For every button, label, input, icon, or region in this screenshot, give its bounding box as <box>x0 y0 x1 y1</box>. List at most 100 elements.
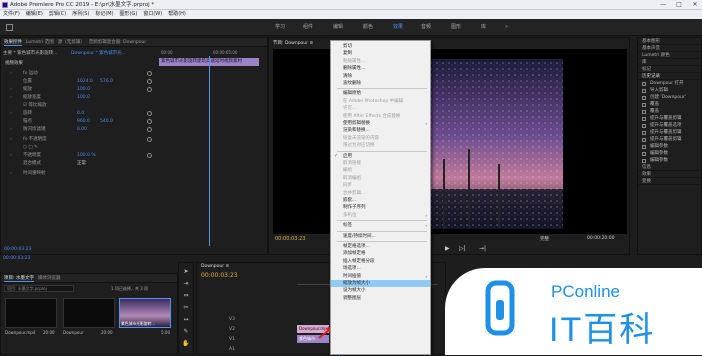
context-menu-item[interactable]: 添加帧定格 <box>331 250 430 257</box>
tab-source[interactable]: 源（无剪辑） <box>58 38 85 46</box>
menu-edit[interactable]: 编辑(E) <box>26 10 43 19</box>
context-menu-item[interactable]: 时间插值 › <box>331 273 430 280</box>
panel-info[interactable]: 信息 <box>638 164 701 171</box>
blend-mode-select[interactable]: 正常 <box>77 160 86 168</box>
context-menu-item[interactable]: 复制 <box>331 50 430 57</box>
tab-audio-mixer[interactable]: 音频剪辑混合器: Downpour <box>89 38 147 46</box>
tab-lumetri-scopes[interactable]: Lumetri 范围 <box>26 38 54 46</box>
opacity-value[interactable]: 100.0 % <box>77 152 96 160</box>
ws-learn[interactable]: 学习 <box>275 19 285 36</box>
timeline-tab[interactable]: Downpour ≡ <box>201 264 229 269</box>
mask-tool-icons[interactable]: ○ □ ✎ <box>23 144 38 152</box>
panel-transform[interactable]: 变换 <box>638 178 701 185</box>
go-to-out-icon[interactable]: →| <box>479 245 486 252</box>
history-item[interactable]: 编辑参数 <box>638 150 701 157</box>
maximize-button[interactable]: □ <box>671 0 687 10</box>
panel-libraries[interactable]: 库 <box>638 59 701 66</box>
anti-flicker-value[interactable]: 0.00 <box>77 126 87 134</box>
context-menu-item[interactable]: 剪切 <box>331 43 430 50</box>
context-menu-item[interactable]: 标签 › <box>331 222 430 229</box>
ws-editing[interactable]: 编辑 <box>333 19 343 36</box>
history-item[interactable]: 导入剪辑 <box>638 87 701 94</box>
context-menu-item[interactable]: 渲染和替换... <box>331 127 430 134</box>
context-menu-item[interactable]: 制作子序列 <box>331 204 430 211</box>
scale-value[interactable]: 100.0 <box>77 86 90 94</box>
uniform-scale-checkbox[interactable]: ☑ 等比缩放 <box>23 102 46 110</box>
panel-markers[interactable]: 标记 <box>638 66 701 73</box>
context-menu-item[interactable]: 启用 ✓ <box>331 153 430 160</box>
pen-tool-icon[interactable]: ✎ <box>182 328 190 336</box>
ripple-edit-icon[interactable]: ⇔ <box>182 292 190 300</box>
tab-media-browser[interactable]: 媒体浏览器 <box>38 274 61 282</box>
history-item[interactable]: Downpour 打开 <box>638 80 701 87</box>
reset-icon[interactable] <box>147 119 152 124</box>
fit-select[interactable]: 完整 <box>540 236 549 242</box>
reset-icon[interactable] <box>147 71 152 76</box>
panel-lumetri-color[interactable]: Lumetri 颜色 <box>638 52 701 59</box>
context-menu-item[interactable]: 删除属性... <box>331 65 430 72</box>
program-viewer[interactable] <box>273 49 627 234</box>
slip-tool-icon[interactable]: ↔ <box>182 316 190 324</box>
play-icon[interactable]: ▶ <box>445 245 450 252</box>
ws-effects[interactable]: 效果 <box>393 19 403 36</box>
ws-libraries[interactable]: 库 <box>481 19 486 36</box>
project-search-input[interactable]: 项目: 水墨文字.prproj <box>4 285 74 292</box>
context-menu-item[interactable]: 编辑原始 <box>331 90 430 97</box>
sequence-name[interactable]: Downpour * 紫色城市光... <box>71 50 126 56</box>
menu-graphics[interactable]: 图形(G) <box>120 10 138 19</box>
track-select-icon[interactable]: ⇥ <box>182 280 190 288</box>
panel-effects[interactable]: 效果 <box>638 171 701 178</box>
reset-icon[interactable] <box>147 153 152 158</box>
close-button[interactable]: ✕ <box>687 0 702 10</box>
context-menu-item[interactable]: 缩放为帧大小 <box>331 280 430 288</box>
context-menu-item[interactable]: 调整图层 <box>331 295 430 302</box>
menu-clip[interactable]: 剪辑(C) <box>49 10 66 19</box>
menu-window[interactable]: 窗口(W) <box>143 10 162 19</box>
ec-timecode[interactable]: 00:00:03:23 <box>4 247 31 252</box>
context-menu-item[interactable]: 波纹删除 <box>331 80 430 87</box>
reset-icon[interactable] <box>147 87 152 92</box>
anchor-x[interactable]: 960.0 <box>77 118 90 126</box>
razor-tool-icon[interactable]: ✂ <box>182 304 190 312</box>
rotation-value[interactable]: 0.0 <box>77 110 84 118</box>
history-item[interactable]: 编辑参数 <box>638 143 701 150</box>
reset-icon[interactable] <box>147 127 152 132</box>
history-item[interactable]: 提升与覆盖剪辑 <box>638 115 701 122</box>
position-y[interactable]: 576.0 <box>100 78 113 86</box>
home-icon[interactable] <box>6 24 13 31</box>
history-item[interactable]: 提升与覆盖剪辑 <box>638 136 701 143</box>
timeline-timecode[interactable]: 00:00:03:23 <box>201 272 238 279</box>
history-item[interactable]: 覆盖 <box>638 108 701 115</box>
program-timecode[interactable]: 00:00:03:23 <box>275 236 306 242</box>
ws-audio[interactable]: 音频 <box>421 19 431 36</box>
context-menu-item[interactable]: 使用剪辑替换 › <box>331 120 430 127</box>
context-menu-item[interactable]: 帧定格选项... <box>331 243 430 250</box>
menu-marker[interactable]: 标记(M) <box>95 10 113 19</box>
menu-help[interactable]: 帮助(H) <box>168 10 186 19</box>
menu-sequence[interactable]: 序列(S) <box>72 10 89 19</box>
tab-effect-controls[interactable]: 效果控件 <box>4 38 22 46</box>
context-menu-item[interactable]: 速度/持续时间... <box>331 233 430 240</box>
reset-icon[interactable] <box>147 111 152 116</box>
context-menu-item[interactable]: 插入帧定格分段 <box>331 258 430 265</box>
context-menu-item[interactable]: 嵌套... <box>331 197 430 204</box>
history-item[interactable]: 创建 'Downpour' <box>638 94 701 101</box>
reset-icon[interactable] <box>147 79 152 84</box>
thumb-downpour-mp4[interactable] <box>5 298 57 328</box>
tab-project[interactable]: 项目: 水墨文字 <box>4 274 34 282</box>
context-menu-item[interactable]: 场选项... <box>331 265 430 272</box>
panel-essential-sound[interactable]: 基本声音 <box>638 45 701 52</box>
scale-width-value[interactable]: 100.0 <box>77 94 90 102</box>
step-forward-icon[interactable]: ▷| <box>459 245 466 252</box>
ws-color[interactable]: 颜色 <box>363 19 373 36</box>
hand-tool-icon[interactable]: ✋ <box>182 340 190 348</box>
ws-more-icon[interactable]: » <box>505 19 508 36</box>
reset-icon[interactable] <box>147 137 152 142</box>
position-x[interactable]: 1024.0 <box>77 78 93 86</box>
context-menu-item[interactable]: 设为帧大小 <box>331 287 430 294</box>
menu-file[interactable]: 文件(F) <box>3 10 20 19</box>
context-menu-item[interactable]: 清除 <box>331 73 430 80</box>
ec-playhead[interactable] <box>209 56 210 246</box>
minimize-button[interactable]: — <box>655 0 671 10</box>
program-tab[interactable]: 节目: Downpour ≡ <box>273 40 313 46</box>
